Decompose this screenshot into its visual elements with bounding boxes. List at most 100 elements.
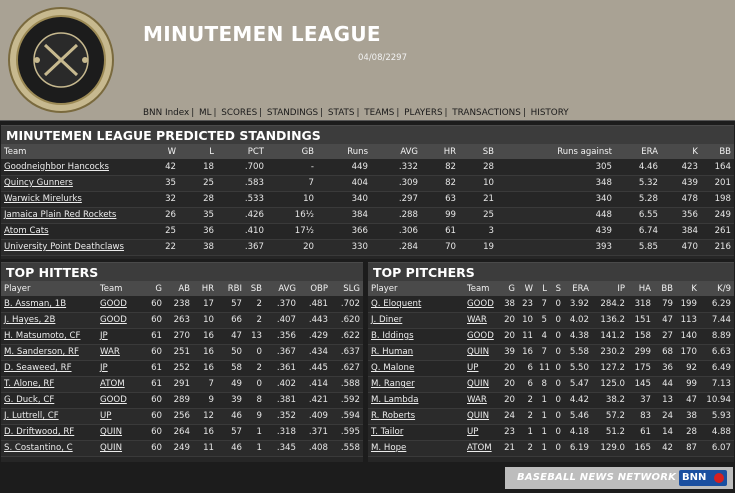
- team-link[interactable]: QUIN: [464, 376, 500, 393]
- player-link[interactable]: M. Ranger: [368, 376, 464, 393]
- team-link[interactable]: QUIN: [464, 344, 500, 361]
- team-link[interactable]: GOOD: [464, 328, 500, 345]
- team-link[interactable]: GOOD: [97, 312, 139, 329]
- team-link[interactable]: GOOD: [464, 296, 500, 313]
- player-link[interactable]: T. Tailor: [368, 424, 464, 441]
- table-cell: 7: [536, 344, 550, 361]
- table-cell: .297: [371, 191, 421, 208]
- team-link[interactable]: GOOD: [97, 392, 139, 409]
- table-cell: 60: [139, 296, 165, 313]
- player-link[interactable]: H. Matsumoto, CF: [1, 328, 97, 345]
- team-link[interactable]: JP: [97, 328, 139, 345]
- nav-history[interactable]: HISTORY: [531, 108, 569, 118]
- table-cell: 199: [676, 296, 700, 313]
- table-cell: .426: [217, 207, 267, 224]
- pitcher-row: J. Diner WAR 20 10 5 0 4.02 136.2 151 47 113 7.44: [368, 312, 734, 329]
- col-header: PCT: [217, 144, 267, 159]
- table-cell: 23: [518, 296, 536, 313]
- player-link[interactable]: M. Hope: [368, 440, 464, 457]
- table-cell: 384: [661, 223, 701, 240]
- table-cell: 284.2: [592, 296, 628, 313]
- team-link[interactable]: WAR: [97, 344, 139, 361]
- pitcher-row: R. Human QUIN 39 16 7 0 5.58 230.2 299 68 170 6.63: [368, 344, 734, 361]
- nav-scores[interactable]: SCORES: [221, 108, 257, 118]
- player-link[interactable]: Goodneighbor Hancocks: [1, 159, 161, 176]
- table-cell: 261: [701, 223, 734, 240]
- team-link[interactable]: WAR: [464, 392, 500, 409]
- table-cell: 61: [139, 328, 165, 345]
- player-link[interactable]: R. Human: [368, 344, 464, 361]
- player-link[interactable]: G. Duck, CF: [1, 392, 97, 409]
- player-link[interactable]: Jamaica Plain Red Rockets: [1, 207, 161, 224]
- table-cell: 5.50: [564, 360, 592, 377]
- player-link[interactable]: J. Luttrell, CF: [1, 408, 97, 425]
- table-cell: .445: [299, 360, 331, 377]
- player-link[interactable]: R. Roberts: [368, 408, 464, 425]
- table-cell: 384: [317, 207, 371, 224]
- table-cell: 37: [628, 392, 654, 409]
- player-link[interactable]: Atom Cats: [1, 223, 161, 240]
- hitters-header-row: Player Team G AB HR RBI SB AVG OBP SLG: [1, 281, 363, 296]
- table-cell: 82: [421, 159, 459, 176]
- player-link[interactable]: D. Driftwood, RF: [1, 424, 97, 441]
- col-header: S: [550, 281, 564, 296]
- table-cell: .367: [265, 344, 299, 361]
- nav-players[interactable]: PLAYERS: [404, 108, 442, 118]
- pitchers-title: TOP PITCHERS: [368, 262, 734, 281]
- nav-standings[interactable]: STANDINGS: [267, 108, 318, 118]
- player-link[interactable]: T. Alone, RF: [1, 376, 97, 393]
- table-cell: .306: [371, 223, 421, 240]
- table-cell: 63: [421, 191, 459, 208]
- table-cell: .345: [265, 440, 299, 457]
- nav-bnn-index[interactable]: BNN Index: [143, 108, 189, 118]
- player-link[interactable]: Warwick Mirelurks: [1, 191, 161, 208]
- table-cell: 2: [245, 296, 265, 313]
- player-link[interactable]: Q. Malone: [368, 360, 464, 377]
- player-link[interactable]: University Point Deathclaws: [1, 239, 161, 256]
- table-cell: 19: [459, 239, 497, 256]
- team-link[interactable]: ATOM: [464, 440, 500, 457]
- player-link[interactable]: J. Hayes, 2B: [1, 312, 97, 329]
- table-cell: 16: [193, 344, 217, 361]
- team-link[interactable]: JP: [97, 360, 139, 377]
- player-link[interactable]: M. Sanderson, RF: [1, 344, 97, 361]
- nav-ml[interactable]: ML: [199, 108, 212, 118]
- main-nav: BNN Index | ML | SCORES | STANDINGS | STATS |…: [143, 108, 569, 118]
- team-link[interactable]: UP: [464, 424, 500, 441]
- table-cell: 61: [628, 424, 654, 441]
- player-link[interactable]: S. Costantino, C: [1, 440, 97, 457]
- nav-stats[interactable]: STATS: [328, 108, 355, 118]
- table-cell: .318: [265, 424, 299, 441]
- team-link[interactable]: QUIN: [97, 440, 139, 457]
- table-cell: 35: [179, 207, 217, 224]
- table-cell: 164: [701, 159, 734, 176]
- standings-row: Jamaica Plain Red Rockets 26 35.426 16½ 384.…: [1, 207, 734, 224]
- player-link[interactable]: Quincy Gunners: [1, 175, 161, 192]
- player-link[interactable]: Q. Eloquent: [368, 296, 464, 313]
- nav-teams[interactable]: TEAMS: [364, 108, 394, 118]
- table-cell: 0: [550, 344, 564, 361]
- team-link[interactable]: ATOM: [97, 376, 139, 393]
- col-header: SB: [245, 281, 265, 296]
- player-link[interactable]: M. Lambda: [368, 392, 464, 409]
- team-link[interactable]: UP: [97, 408, 139, 425]
- table-cell: 38: [676, 408, 700, 425]
- bnn-logo[interactable]: BNN: [679, 470, 727, 486]
- pitcher-row: Q. Eloquent GOOD 38 23 7 0 3.92 284.2 318 79 199 6.…: [368, 296, 734, 313]
- team-link[interactable]: WAR: [464, 312, 500, 329]
- table-cell: 46: [217, 408, 245, 425]
- standings-section: MINUTEMEN LEAGUE PREDICTED STANDINGS Tea…: [1, 125, 734, 259]
- player-link[interactable]: B. Assman, 1B: [1, 296, 97, 313]
- nav-transactions[interactable]: TRANSACTIONS: [452, 108, 521, 118]
- table-cell: 28: [676, 424, 700, 441]
- team-link[interactable]: QUIN: [97, 424, 139, 441]
- table-cell: .371: [299, 424, 331, 441]
- team-link[interactable]: GOOD: [97, 296, 139, 313]
- table-cell: 5.46: [564, 408, 592, 425]
- player-link[interactable]: D. Seaweed, RF: [1, 360, 97, 377]
- player-link[interactable]: J. Diner: [368, 312, 464, 329]
- table-cell: 366: [317, 223, 371, 240]
- team-link[interactable]: UP: [464, 360, 500, 377]
- team-link[interactable]: QUIN: [464, 408, 500, 425]
- player-link[interactable]: B. Iddings: [368, 328, 464, 345]
